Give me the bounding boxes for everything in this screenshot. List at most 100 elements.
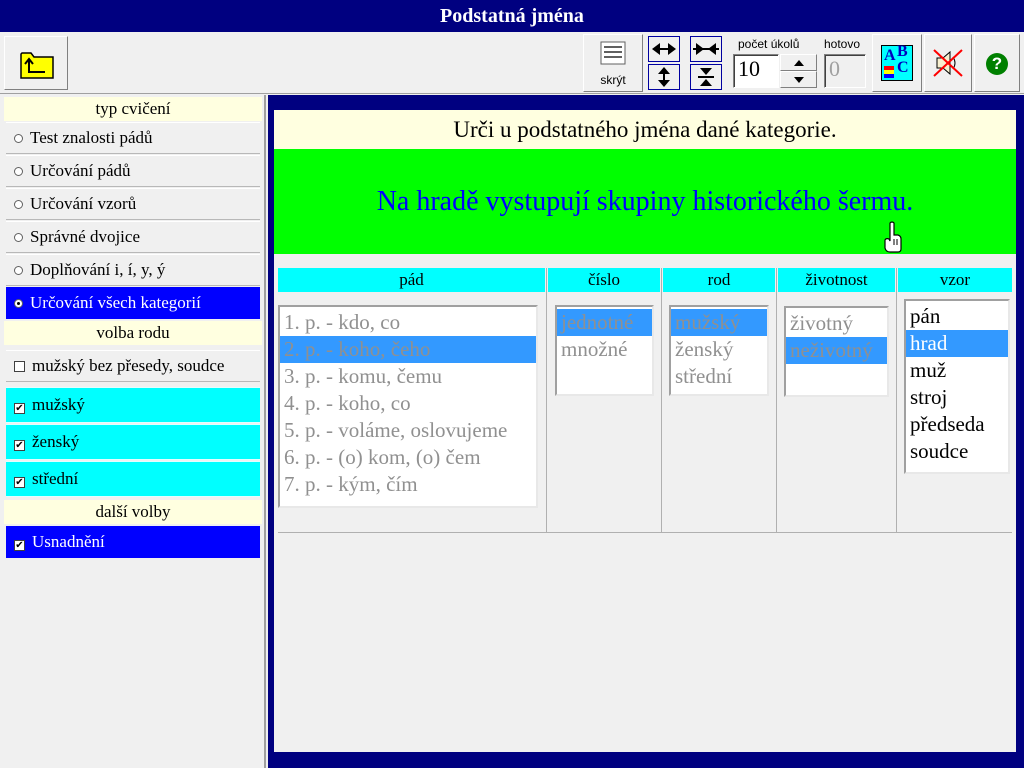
task-count-down-button[interactable] <box>780 71 817 88</box>
task-count-up-button[interactable] <box>780 54 817 71</box>
exercise-type-option[interactable]: Určování vzorů <box>6 188 260 220</box>
hand-pointer-icon <box>884 221 902 253</box>
list-item[interactable]: 5. p. - voláme, oslovujeme <box>280 417 536 444</box>
option-label: Test znalosti pádů <box>30 128 153 147</box>
option-label: mužský <box>32 395 85 414</box>
option-label: Určování všech kategorií <box>30 293 201 312</box>
exercise-type-option[interactable]: Určování pádů <box>6 155 260 187</box>
radio-icon <box>14 167 23 176</box>
list-item[interactable]: muž <box>906 357 1008 384</box>
option-label: střední <box>32 469 79 488</box>
hide-label: skrýt <box>600 73 626 87</box>
sidebar: typ cvičení Test znalosti pádů Určování … <box>0 95 266 768</box>
list-item[interactable]: 4. p. - koho, co <box>280 390 536 417</box>
speaker-muted-icon <box>933 49 963 77</box>
number-listbox[interactable]: jednotné množné <box>555 305 654 396</box>
expand-horizontal-button[interactable] <box>648 36 680 62</box>
radio-icon <box>14 134 23 143</box>
list-item[interactable]: 3. p. - komu, čemu <box>280 363 536 390</box>
task-count-input[interactable]: 10 <box>733 54 779 88</box>
option-label: Určování pádů <box>30 161 131 180</box>
radio-checked-icon <box>14 299 23 308</box>
option-label: Doplňování i, í, y, ý <box>30 260 166 279</box>
ease-option[interactable]: ✔ Usnadnění <box>6 526 260 558</box>
list-item[interactable]: střední <box>671 363 767 390</box>
list-item[interactable]: pán <box>906 303 1008 330</box>
list-item[interactable]: 7. p. - kým, čím <box>280 471 536 498</box>
option-label: Usnadnění <box>32 532 105 551</box>
list-item[interactable]: soudce <box>906 438 1008 465</box>
list-item-selected[interactable]: hrad <box>906 330 1008 357</box>
radio-icon <box>14 200 23 209</box>
shrink-horizontal-button[interactable] <box>690 36 722 62</box>
list-item-selected[interactable]: jednotné <box>557 309 652 336</box>
column-divider <box>776 268 777 532</box>
spin-down-icon <box>794 77 804 83</box>
list-item[interactable]: 6. p. - (o) kom, (o) čem <box>280 444 536 471</box>
spin-up-icon <box>794 60 804 66</box>
checkbox-checked-icon: ✔ <box>14 403 25 414</box>
number-column-header: číslo <box>548 268 660 292</box>
sentence-box: Na hradě vystupují skupiny historického … <box>274 149 1016 254</box>
list-item[interactable]: předseda <box>906 411 1008 438</box>
column-divider <box>546 268 547 532</box>
gender-option[interactable]: ✔ ženský <box>6 424 260 460</box>
abc-letter-b: B <box>897 43 908 60</box>
checkbox-checked-icon: ✔ <box>14 540 25 551</box>
exercise-type-option[interactable]: Test znalosti pádů <box>6 122 260 154</box>
option-label: Určování vzorů <box>30 194 137 213</box>
sound-toggle-button[interactable] <box>924 34 972 92</box>
done-label: hotovo <box>824 37 861 51</box>
task-count-label: počet úkolů <box>738 37 800 51</box>
abc-button[interactable]: A B C <box>872 34 922 92</box>
pattern-column-header: vzor <box>898 268 1012 292</box>
list-item[interactable]: životný <box>786 310 887 337</box>
toolbar: skrýt počet úkolů 10 hotovo 0 A B C ? <box>0 32 1024 94</box>
exercise-type-option[interactable]: Doplňování i, í, y, ý <box>6 254 260 286</box>
list-item[interactable]: ženský <box>671 336 767 363</box>
gender-option[interactable]: mužský bez přesedy, soudce <box>6 350 260 382</box>
window-title: Podstatná jména <box>0 0 1024 32</box>
gender-column-header: rod <box>663 268 775 292</box>
shrink-vertical-button[interactable] <box>690 64 722 90</box>
pattern-listbox[interactable]: pán hrad muž stroj předseda soudce <box>904 299 1010 474</box>
done-count-field: 0 <box>824 54 866 88</box>
animacy-column-header: životnost <box>778 268 895 292</box>
column-divider <box>896 268 897 532</box>
gender-header: volba rodu <box>4 321 262 345</box>
list-item[interactable]: 1. p. - kdo, co <box>280 309 536 336</box>
folder-up-icon <box>20 52 54 79</box>
gender-option[interactable]: ✔ mužský <box>6 387 260 423</box>
arrows-in-horizontal-icon <box>693 43 719 55</box>
option-label: Správné dvojice <box>30 227 140 246</box>
column-divider <box>661 268 662 532</box>
help-button[interactable]: ? <box>974 34 1020 92</box>
gender-option[interactable]: ✔ střední <box>6 461 260 497</box>
exercise-type-header: typ cvičení <box>4 97 262 121</box>
checkbox-checked-icon: ✔ <box>14 477 25 488</box>
arrows-in-vertical-icon <box>698 68 714 86</box>
instruction-text: Urči u podstatného jména dané kategorie. <box>274 110 1016 150</box>
list-item[interactable]: množné <box>557 336 652 363</box>
checkbox-unchecked-icon <box>14 361 25 372</box>
arrows-out-vertical-icon <box>658 67 670 87</box>
sentence-text: Na hradě vystupují skupiny historického … <box>376 186 914 217</box>
exercise-type-option[interactable]: Správné dvojice <box>6 221 260 253</box>
gender-listbox[interactable]: mužský ženský střední <box>669 305 769 396</box>
radio-icon <box>14 233 23 242</box>
list-item-selected[interactable]: 2. p. - koho, čeho <box>280 336 536 363</box>
list-item-selected[interactable]: neživotný <box>786 337 887 364</box>
hide-button[interactable]: skrýt <box>583 34 643 92</box>
help-icon: ? <box>986 53 1008 75</box>
animacy-listbox[interactable]: životný neživotný <box>784 306 889 397</box>
exit-folder-button[interactable] <box>4 36 68 90</box>
expand-vertical-button[interactable] <box>648 64 680 90</box>
list-item[interactable]: stroj <box>906 384 1008 411</box>
list-item-selected[interactable]: mužský <box>671 309 767 336</box>
exercise-type-option-selected[interactable]: Určování všech kategorií <box>6 287 260 319</box>
arrows-out-horizontal-icon <box>652 43 676 55</box>
checkbox-checked-icon: ✔ <box>14 440 25 451</box>
case-listbox[interactable]: 1. p. - kdo, co 2. p. - koho, čeho 3. p.… <box>278 305 538 508</box>
other-options-header: další volby <box>4 500 262 524</box>
abc-letter-a: A <box>884 47 896 64</box>
